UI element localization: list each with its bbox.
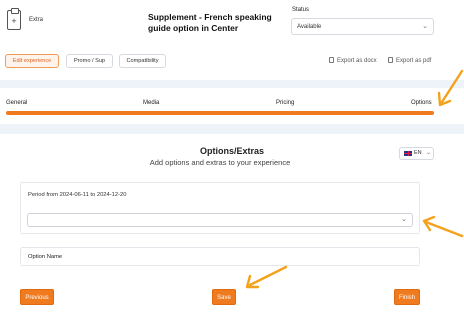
progress-track	[6, 111, 434, 115]
uk-flag-icon	[404, 151, 412, 156]
chevron-down-icon: ⌄	[422, 23, 428, 30]
export-docx-button[interactable]: Export as docx	[329, 57, 377, 64]
option-name-label: Option Name	[28, 254, 63, 260]
status-value: Available	[297, 24, 322, 30]
status-select[interactable]: Available ⌄	[291, 18, 434, 35]
document-icon	[388, 57, 393, 63]
status-label: Status	[292, 7, 310, 13]
page-title: Supplement - French speaking guide optio…	[148, 12, 272, 33]
progress-fill	[6, 111, 434, 115]
export-pdf-button[interactable]: Export as pdf	[388, 57, 431, 64]
period-text: Period from 2024-06-11 to 2024-12-20	[28, 192, 127, 198]
finish-button[interactable]: Finish	[394, 289, 420, 305]
option-name-field[interactable]: Option Name	[20, 247, 420, 266]
save-button[interactable]: Save	[212, 289, 236, 305]
period-option-select[interactable]: ⌄	[27, 213, 413, 227]
arrow-annotation	[437, 69, 464, 107]
extra-label: Extra	[29, 17, 44, 23]
export-docx-label: Export as docx	[337, 58, 377, 64]
section-subtitle: Add options and extras to your experienc…	[149, 158, 291, 167]
step-media[interactable]: Media	[143, 100, 159, 106]
previous-button[interactable]: Previous	[20, 289, 54, 305]
chevron-down-icon: ⌄	[426, 150, 432, 156]
arrow-annotation	[245, 265, 288, 289]
step-general[interactable]: General	[6, 100, 27, 106]
step-options[interactable]: Options	[411, 100, 432, 106]
steps-bar	[0, 88, 464, 120]
clipboard-plus-icon: +	[7, 8, 21, 30]
divider-band	[0, 124, 464, 134]
period-card: Period from 2024-06-11 to 2024-12-20 ⌄	[20, 182, 420, 234]
tab-compatibility[interactable]: Compatibility	[119, 54, 166, 68]
divider-band	[0, 80, 464, 88]
language-code: EN	[414, 150, 422, 156]
tab-promo-sup[interactable]: Promo / Sup	[66, 54, 113, 68]
section-title: Options/Extras	[199, 146, 264, 156]
language-selector[interactable]: EN ⌄	[399, 147, 434, 160]
step-pricing[interactable]: Pricing	[276, 100, 294, 106]
document-icon	[329, 57, 334, 63]
tab-edit-experience[interactable]: Edit experience	[5, 54, 59, 68]
arrow-annotation	[422, 215, 464, 238]
chevron-down-icon: ⌄	[401, 216, 407, 223]
export-pdf-label: Export as pdf	[396, 58, 432, 64]
